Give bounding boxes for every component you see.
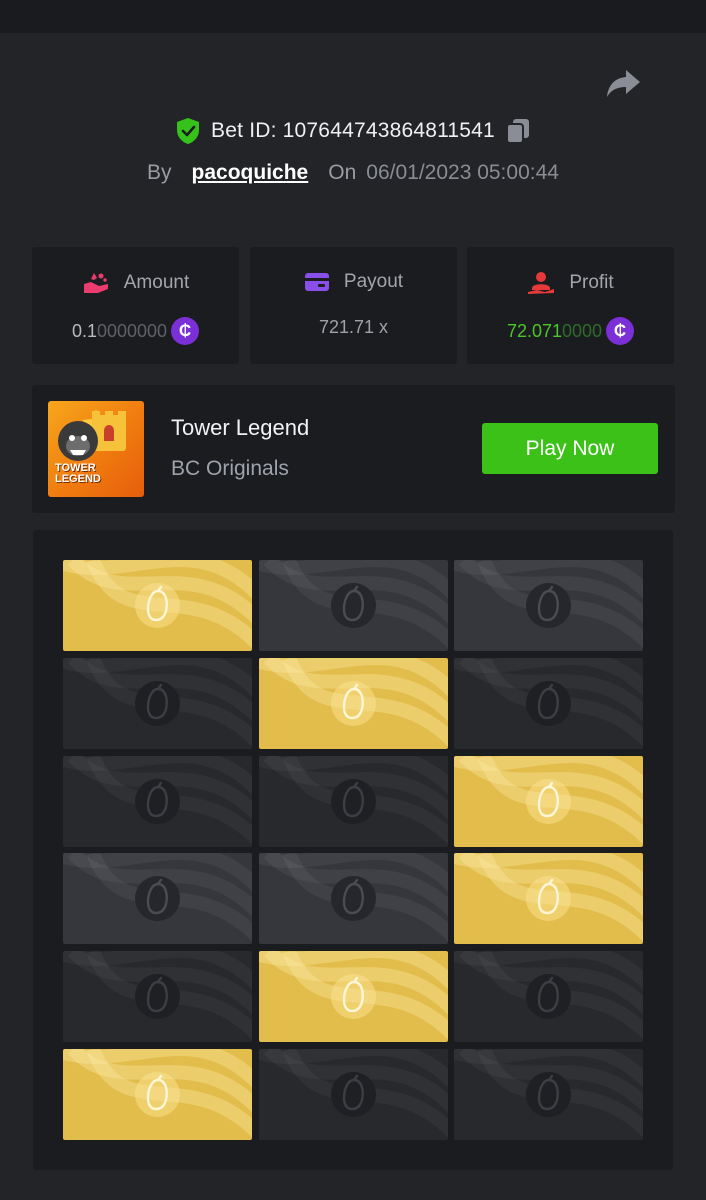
board-tile[interactable] [259, 853, 448, 944]
game-subtitle: BC Originals [171, 457, 289, 480]
egg-icon [331, 779, 376, 824]
board-tile[interactable] [259, 951, 448, 1042]
copy-icon[interactable] [505, 117, 531, 145]
board-tile[interactable] [454, 658, 643, 749]
board-tile[interactable] [63, 951, 252, 1042]
game-thumbnail-text: TOWER LEGEND [55, 462, 101, 485]
egg-icon [135, 681, 180, 726]
payout-value: 721.71 x [250, 317, 457, 338]
egg-icon [331, 974, 376, 1019]
hand-coins-icon [83, 273, 108, 293]
board-tile[interactable] [63, 1049, 252, 1140]
bet-author-row: By pacoquiche On 06/01/2023 05:00:44 [0, 158, 706, 188]
profit-value-dim: 0000 [562, 320, 603, 341]
amount-value-main: 0.1 [71, 320, 97, 341]
bet-id-row: Bet ID: 107644743864811541 [0, 116, 706, 146]
currency-coin-icon: ₵ [606, 317, 635, 345]
game-card: TOWER LEGEND Tower Legend BC Originals P… [32, 385, 675, 513]
egg-icon [526, 1072, 571, 1117]
game-title: Tower Legend [171, 415, 310, 440]
board-tile[interactable] [63, 756, 252, 847]
amount-label: Amount [123, 272, 190, 293]
egg-icon [135, 974, 180, 1019]
username-link[interactable]: pacoquiche [192, 161, 309, 185]
egg-icon [135, 779, 180, 824]
egg-icon [526, 974, 571, 1019]
board-tile[interactable] [454, 560, 643, 651]
currency-coin-icon: ₵ [171, 317, 200, 345]
egg-icon [331, 681, 376, 726]
egg-icon [331, 1072, 376, 1117]
board-tile[interactable] [259, 560, 448, 651]
bet-datetime: 06/01/2023 05:00:44 [366, 161, 559, 184]
game-board [33, 530, 673, 1170]
profit-card: Profit 72.0710000 ₵ [467, 247, 674, 364]
top-bar [0, 0, 706, 33]
payout-label: Payout [343, 271, 404, 292]
amount-value-dim: 0000000 [96, 320, 168, 341]
board-tile[interactable] [63, 560, 252, 651]
egg-icon [135, 876, 180, 921]
profit-value: 72.0710000 ₵ [467, 317, 674, 345]
payout-card: Payout 721.71 x [250, 247, 457, 364]
board-tile[interactable] [63, 658, 252, 749]
by-label: By [147, 161, 172, 184]
profit-label: Profit [569, 272, 614, 293]
play-now-button[interactable]: Play Now [482, 423, 658, 474]
bet-id: Bet ID: 107644743864811541 [211, 119, 495, 142]
egg-icon [331, 876, 376, 921]
board-tile[interactable] [454, 853, 643, 944]
board-tile[interactable] [63, 853, 252, 944]
user-coin-icon [528, 272, 555, 294]
board-tile[interactable] [259, 1049, 448, 1140]
egg-icon [135, 583, 180, 628]
egg-icon [526, 876, 571, 921]
amount-value: 0.10000000 ₵ [32, 317, 239, 345]
egg-icon [526, 681, 571, 726]
board-tile[interactable] [259, 756, 448, 847]
board-tile[interactable] [454, 756, 643, 847]
board-tile[interactable] [454, 1049, 643, 1140]
amount-card: Amount 0.10000000 ₵ [32, 247, 239, 364]
payout-value-text: 721.71 x [318, 317, 389, 337]
share-icon[interactable] [604, 66, 642, 100]
egg-icon [135, 1072, 180, 1117]
board-tile[interactable] [454, 951, 643, 1042]
on-label: On [328, 161, 357, 184]
board-tile[interactable] [259, 658, 448, 749]
shield-check-icon [177, 118, 200, 144]
egg-icon [331, 583, 376, 628]
game-thumbnail[interactable]: TOWER LEGEND [48, 401, 144, 497]
egg-icon [526, 583, 571, 628]
profit-value-main: 72.071 [506, 320, 562, 341]
egg-icon [526, 779, 571, 824]
card-icon [304, 273, 329, 291]
